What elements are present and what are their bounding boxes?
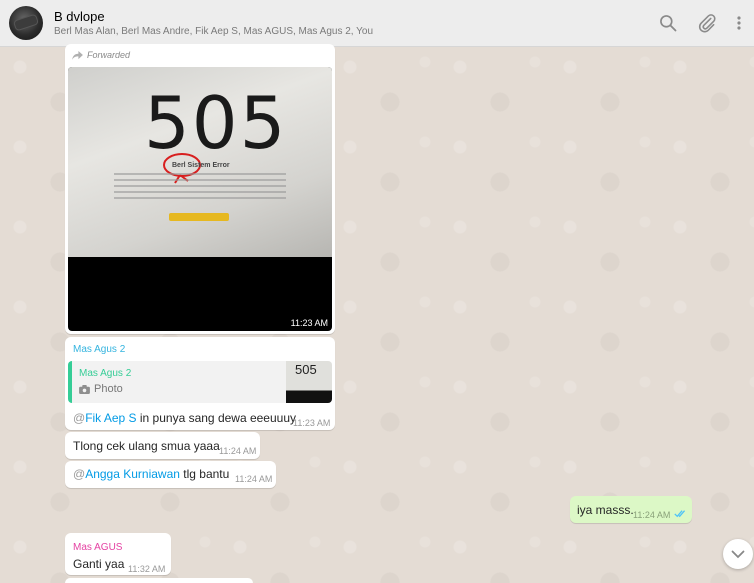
photo-yellow-button — [169, 213, 229, 221]
menu-dots-icon[interactable] — [733, 13, 745, 33]
forward-arrow-icon — [72, 50, 83, 60]
mention-at-sign: @ — [73, 411, 86, 425]
message-text: @Angga Kurniawan tlg bantu — [73, 467, 229, 481]
photo-error-lines — [114, 173, 286, 203]
camera-icon — [79, 384, 90, 394]
quoted-thumbnail: 505 — [286, 361, 332, 403]
sender-name[interactable]: Mas AGUS — [73, 542, 122, 553]
search-icon[interactable] — [658, 13, 678, 33]
mention-link[interactable]: Fik Aep S — [85, 411, 136, 425]
scroll-down-button[interactable] — [723, 539, 753, 569]
message-image[interactable]: 505 Berl Sistem Error 11:23 AM — [68, 67, 332, 331]
message-time: 11:23 AM — [293, 418, 331, 428]
message-body: tlg bantu — [179, 467, 230, 481]
message-bubble-partial[interactable] — [65, 578, 253, 583]
quoted-body: Photo — [79, 383, 123, 395]
mention-at-sign: @ — [73, 467, 86, 481]
quoted-sender: Mas Agus 2 — [79, 368, 132, 379]
chat-title[interactable]: B dvlope — [54, 9, 105, 24]
message-text: Tlong cek ulang smua yaaa — [73, 439, 220, 453]
message-text: Ganti yaa — [73, 557, 125, 571]
sender-name[interactable]: Mas Agus 2 — [73, 344, 125, 355]
chat-header[interactable]: B dvlope Berl Mas Alan, Berl Mas Andre, … — [0, 0, 754, 47]
participants-list: Berl Mas Alan, Berl Mas Andre, Fik Aep S… — [54, 26, 374, 37]
photo-error-title: Berl Sistem Error — [172, 162, 230, 169]
quoted-message[interactable]: Mas Agus 2 Photo 505 — [68, 361, 332, 403]
photo-content: 505 Berl Sistem Error — [68, 67, 332, 257]
forwarded-text: Forwarded — [87, 50, 131, 60]
mention-link[interactable]: Angga Kurniawan — [85, 467, 180, 481]
message-time: 11:24 AM — [633, 510, 671, 520]
forwarded-label: Forwarded — [72, 50, 130, 60]
message-time: 11:23 AM — [290, 318, 328, 328]
message-time: 11:24 AM — [235, 474, 273, 484]
message-text: iya masss. — [577, 503, 634, 517]
quoted-thumbnail-text: 505 — [295, 362, 317, 377]
message-time: 11:32 AM — [128, 564, 166, 574]
chevron-down-icon — [731, 550, 745, 558]
group-avatar[interactable] — [9, 6, 43, 40]
quoted-type: Photo — [94, 383, 123, 395]
paperclip-icon[interactable] — [697, 13, 717, 33]
read-receipt-icon — [674, 510, 686, 518]
message-body: in punya sang dewa eeeuuuy — [136, 411, 297, 425]
message-text: @Fik Aep S in punya sang dewa eeeuuuy — [73, 411, 296, 425]
message-time: 11:24 AM — [219, 446, 257, 456]
